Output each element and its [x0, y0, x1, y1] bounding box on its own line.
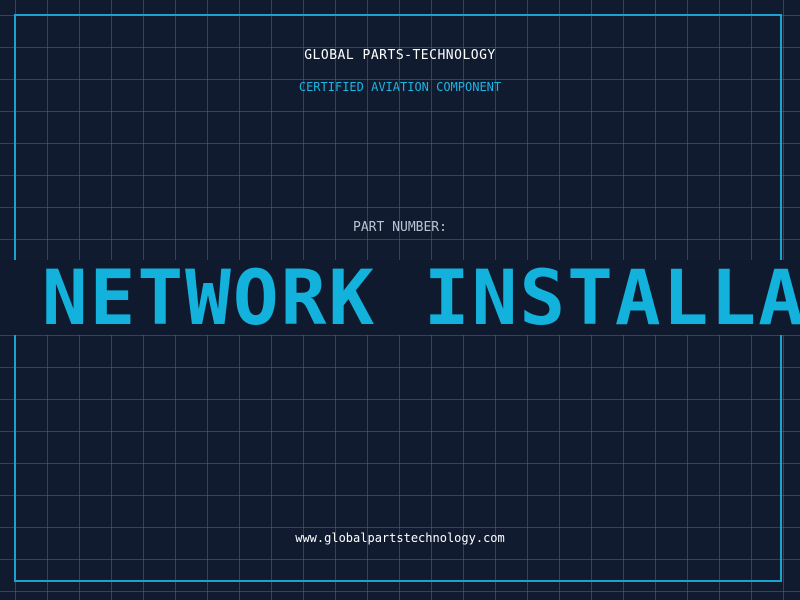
part-number-band: H NETWORK INSTALLAT: [0, 260, 800, 335]
part-number-value: H NETWORK INSTALLAT: [0, 260, 800, 335]
certification-tagline: CERTIFIED AVIATION COMPONENT: [298, 80, 502, 94]
certificate-page: GLOBAL PARTS-TECHNOLOGY CERTIFIED AVIATI…: [0, 0, 800, 600]
company-name: GLOBAL PARTS-TECHNOLOGY: [304, 48, 496, 63]
website-url: www.globalpartstechnology.com: [295, 531, 505, 545]
part-number-label: PART NUMBER:: [353, 220, 447, 235]
